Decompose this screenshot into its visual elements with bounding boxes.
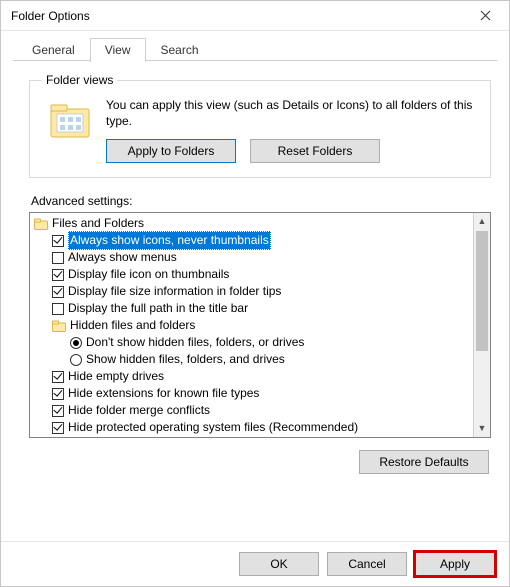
checkbox[interactable] [52,252,64,264]
tree-item-label: Display file icon on thumbnails [68,266,229,283]
tree-item[interactable]: Don't show hidden files, folders, or dri… [34,334,471,351]
tree-item-label: Hide protected operating system files (R… [68,419,358,436]
tree-item[interactable]: Display the full path in the title bar [34,300,471,317]
tree-body[interactable]: Files and FoldersAlways show icons, neve… [30,213,473,437]
checkbox[interactable] [52,235,64,247]
tree-item[interactable]: Display file icon on thumbnails [34,266,471,283]
folder-views-legend: Folder views [42,73,117,87]
tree-item[interactable]: Hide extensions for known file types [34,385,471,402]
scrollbar-vertical[interactable]: ▲ ▼ [473,213,490,437]
tab-strip: General View Search [1,31,509,61]
tree-item[interactable]: Hide protected operating system files (R… [34,419,471,436]
folder-views-group: Folder views You can apply this view (su… [29,73,491,178]
folder-views-text: You can apply this view (such as Details… [106,97,478,129]
tree-item-label: Always show menus [68,249,177,266]
tree-item[interactable]: Display file size information in folder … [34,283,471,300]
tab-content-view: Folder views You can apply this view (su… [1,61,509,541]
tree-item-label: Hide folder merge conflicts [68,402,210,419]
tree-group-label: Files and Folders [52,215,144,232]
tree-item[interactable]: Hide empty drives [34,368,471,385]
tab-general[interactable]: General [17,38,90,62]
tree-item-label: Always show icons, never thumbnails [68,231,271,250]
chevron-down-icon: ▼ [478,424,487,433]
ok-button[interactable]: OK [239,552,319,576]
titlebar: Folder Options [1,1,509,31]
advanced-settings-tree: Files and FoldersAlways show icons, neve… [29,212,491,438]
tree-item-label: Display file size information in folder … [68,283,281,300]
checkbox[interactable] [52,371,64,383]
reset-folders-button[interactable]: Reset Folders [250,139,380,163]
tree-item-label: Hidden files and folders [70,317,195,334]
scroll-up-button[interactable]: ▲ [474,213,490,230]
apply-to-folders-button[interactable]: Apply to Folders [106,139,236,163]
tree-item-label: Hide extensions for known file types [68,385,259,402]
checkbox[interactable] [52,405,64,417]
folder-options-dialog: Folder Options General View Search Folde… [0,0,510,587]
close-button[interactable] [465,2,505,30]
tree-item-label: Hide empty drives [68,368,164,385]
checkbox[interactable] [52,388,64,400]
radio[interactable] [70,337,82,349]
tree-item-label: Display the full path in the title bar [68,300,248,317]
dialog-footer: OK Cancel Apply [1,541,509,586]
checkbox[interactable] [52,303,64,315]
tree-item[interactable]: Always show menus [34,249,471,266]
tree-item-label: Don't show hidden files, folders, or dri… [86,334,304,351]
tab-search[interactable]: Search [146,38,214,62]
tree-item[interactable]: Hidden files and folders [34,317,471,334]
checkbox[interactable] [52,269,64,281]
cancel-button[interactable]: Cancel [327,552,407,576]
restore-defaults-button[interactable]: Restore Defaults [359,450,489,474]
tree-item[interactable]: Always show icons, never thumbnails [34,232,471,249]
checkbox[interactable] [52,422,64,434]
window-title: Folder Options [11,9,90,23]
tab-underline [13,60,497,61]
checkbox[interactable] [52,286,64,298]
apply-button[interactable]: Apply [415,552,495,576]
tab-view[interactable]: View [90,38,146,62]
tree-item[interactable]: Show hidden files, folders, and drives [34,351,471,368]
advanced-settings-label: Advanced settings: [31,194,491,208]
folder-icon [48,99,92,143]
tree-group-files-and-folders[interactable]: Files and Folders [34,215,471,232]
scroll-down-button[interactable]: ▼ [474,420,490,437]
tree-item-label: Show hidden files, folders, and drives [86,351,285,368]
close-icon [480,10,491,21]
chevron-up-icon: ▲ [478,217,487,226]
scrollbar-thumb[interactable] [476,231,488,351]
tree-item[interactable]: Hide folder merge conflicts [34,402,471,419]
radio[interactable] [70,354,82,366]
